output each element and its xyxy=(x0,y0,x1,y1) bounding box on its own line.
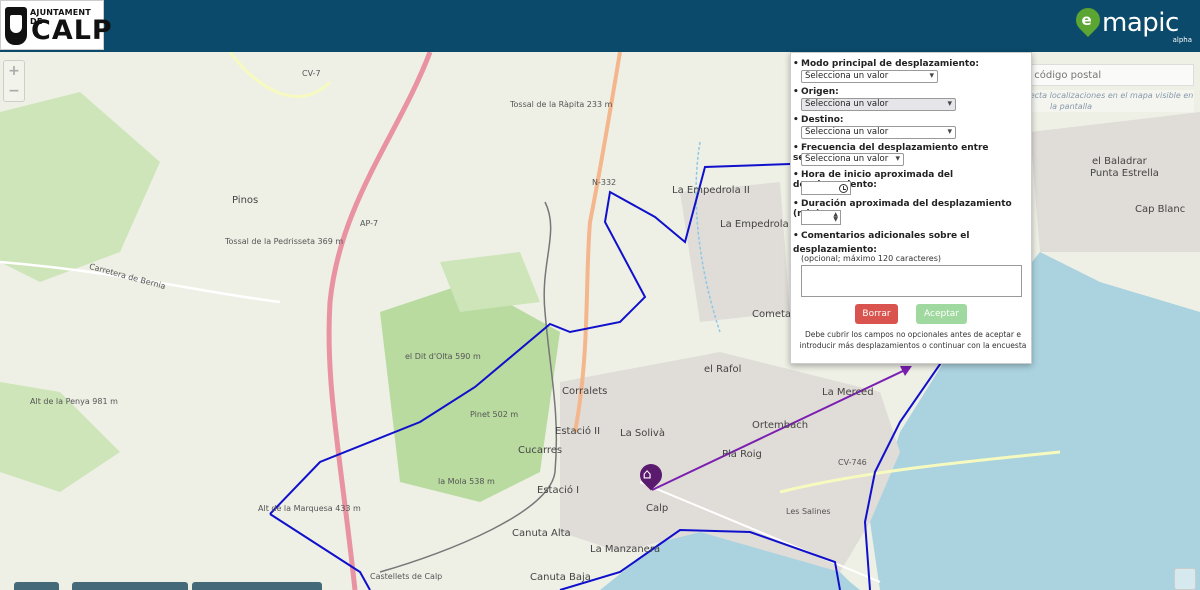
map-label: Estació I xyxy=(537,485,580,496)
map-label: La Merced xyxy=(822,387,874,398)
map-label: Corralets xyxy=(562,386,608,397)
clear-button[interactable]: Borrar xyxy=(855,304,898,324)
emapic-logo[interactable]: mapic alpha xyxy=(1071,3,1194,46)
comments-optional-note: (opcional; máximo 120 caracteres) xyxy=(801,254,942,263)
urban-area-east xyxy=(1030,112,1200,252)
frequency-select[interactable]: Selecciona un valor xyxy=(801,153,904,166)
road-shield-label: AP-7 xyxy=(360,219,379,228)
map-label: Alt de la Marquesa 433 m xyxy=(258,504,361,513)
bottom-tab[interactable] xyxy=(192,582,322,590)
question-origin: • Origen: xyxy=(793,87,839,97)
map-label: Cucarres xyxy=(518,445,563,456)
map-label: Canuta Alta xyxy=(512,528,571,539)
map-label: la Mola 538 m xyxy=(438,477,495,486)
question-destination: • Destino: xyxy=(793,115,844,125)
map-label: Calp xyxy=(646,503,669,514)
map-label: Tossal de la Pedrisseta 369 m xyxy=(225,237,344,246)
map-label: Pla Roig xyxy=(722,449,762,460)
map-label: el Dit d'Olta 590 m xyxy=(405,352,481,361)
map-label: Pinet 502 m xyxy=(470,410,519,419)
travel-mode-select[interactable]: Selecciona un valor xyxy=(801,70,938,83)
map-label: La Empedrola xyxy=(720,219,789,230)
question-label: Comentarios adicionales sobre el desplaz… xyxy=(793,231,970,255)
map-label: el Rafol xyxy=(704,364,742,375)
map-label: La Manzanera xyxy=(590,544,661,555)
emapic-brand-sub: alpha xyxy=(1172,36,1192,44)
accept-button[interactable]: Aceptar xyxy=(916,304,967,324)
question-comments: • Comentarios adicionales sobre el despla… xyxy=(793,231,970,255)
map-label: Cometa xyxy=(752,309,792,320)
map-label: Ortembach xyxy=(752,420,809,431)
comments-textarea[interactable] xyxy=(801,265,1022,297)
question-label: Origen: xyxy=(801,87,839,97)
emapic-brand-name: mapic xyxy=(1102,8,1179,38)
emapic-pin-icon xyxy=(1071,3,1105,37)
bottom-tab[interactable] xyxy=(72,582,188,590)
map-label: Castellets de Calp xyxy=(370,572,443,581)
clock-icon xyxy=(839,184,848,193)
calp-logo[interactable]: AJUNTAMENT DE CALP xyxy=(0,0,112,50)
map-label: el Baladrar xyxy=(1092,156,1147,167)
duration-input[interactable]: ▲ ▼ xyxy=(801,210,841,225)
zoom-out-button[interactable]: − xyxy=(4,81,24,101)
bottom-tab[interactable] xyxy=(14,582,59,590)
top-header: AJUNTAMENT DE CALP mapic alpha xyxy=(0,0,1200,52)
map-label: La Empedrola II xyxy=(672,185,750,196)
forest-area xyxy=(380,282,560,502)
form-footer-note: Debe cubrir los campos no opcionales ant… xyxy=(799,330,1027,350)
destination-select[interactable]: Selecciona un valor xyxy=(801,126,956,139)
zoom-in-button[interactable]: + xyxy=(4,61,24,81)
map-label: Alt de la Penya 981 m xyxy=(30,397,118,406)
map-label: Estació II xyxy=(555,426,601,437)
question-label: Destino: xyxy=(801,115,844,125)
layers-button[interactable] xyxy=(1174,568,1196,590)
start-time-input[interactable] xyxy=(801,181,851,195)
map-label: Pinos xyxy=(232,195,259,206)
map-label: Punta Estrella xyxy=(1090,168,1159,179)
logo-main-text: CALP xyxy=(31,15,113,46)
zoom-control: + − xyxy=(3,60,25,102)
map-label: Tossal de la Ràpita 233 m xyxy=(510,100,613,109)
forest-area xyxy=(0,92,160,282)
coat-of-arms-icon xyxy=(5,7,27,45)
app-root: AJUNTAMENT DE CALP mapic alpha xyxy=(0,0,1200,590)
spinner-icon[interactable]: ▲ ▼ xyxy=(833,212,838,223)
map-label: Les Salines xyxy=(786,507,831,516)
road-shield-label: N-332 xyxy=(592,178,617,187)
trip-form-panel: • Modo principal de desplazamiento: Selec… xyxy=(790,52,1032,364)
question-label: Modo principal de desplazamiento: xyxy=(801,59,979,69)
map-label: Canuta Baja xyxy=(530,572,591,583)
road-shield-label: CV-7 xyxy=(302,69,321,78)
origin-select[interactable]: Selecciona un valor xyxy=(801,98,956,111)
question-travel-mode: • Modo principal de desplazamiento: xyxy=(793,59,979,69)
map-label: Cap Blanc xyxy=(1135,204,1186,215)
road-shield-label: CV-746 xyxy=(838,458,867,467)
map-label: La Solivà xyxy=(620,428,665,439)
